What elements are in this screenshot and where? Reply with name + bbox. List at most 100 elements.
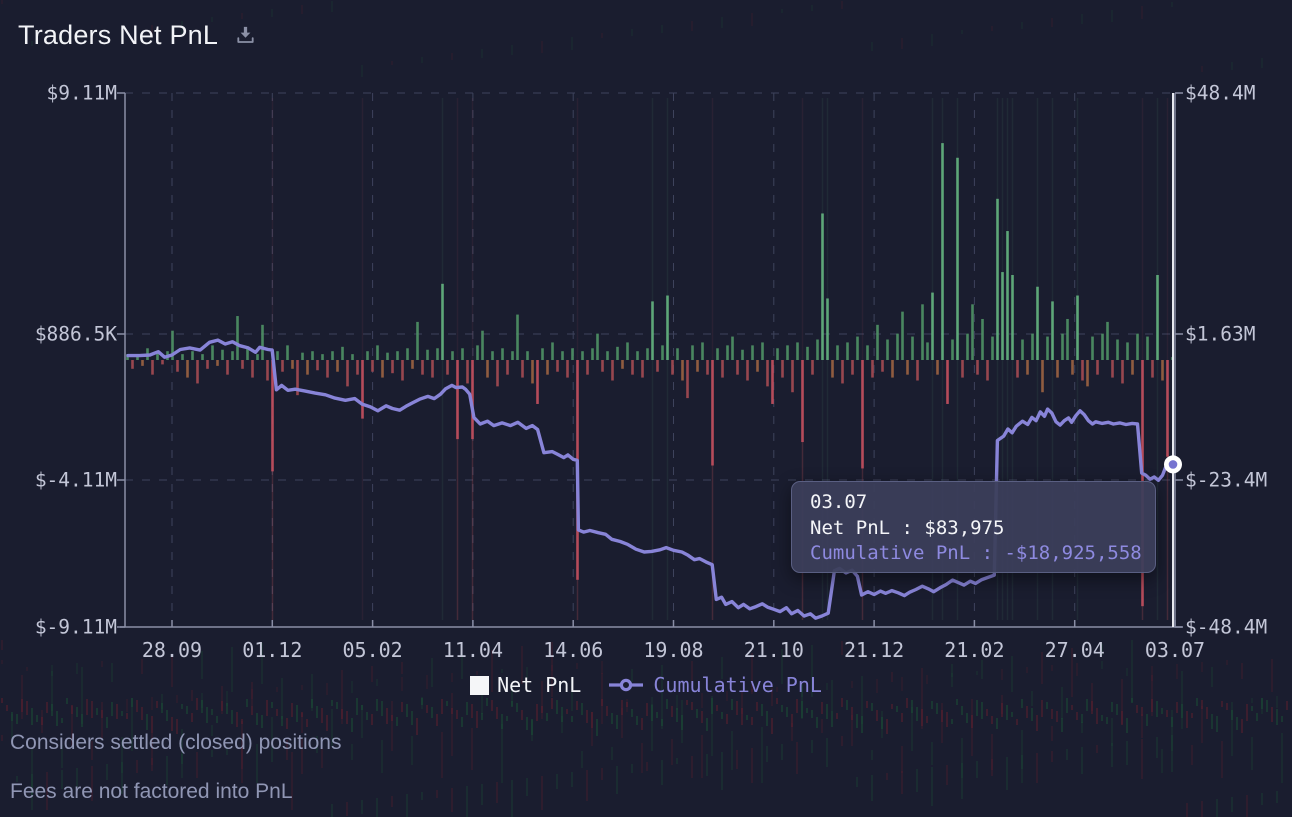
net-pnl-bar <box>746 360 749 381</box>
net-pnl-bar <box>376 345 379 360</box>
net-pnl-bar <box>191 351 194 360</box>
net-pnl-bar <box>856 337 859 360</box>
net-pnl-bar <box>621 360 624 369</box>
net-pnl-bar <box>481 331 484 360</box>
net-pnl-bar <box>246 348 249 360</box>
net-pnl-bar <box>186 360 189 378</box>
net-pnl-bar <box>136 356 139 360</box>
net-pnl-bar <box>436 348 439 360</box>
legend-item-cumulative-pnl[interactable]: Cumulative PnL <box>607 673 822 697</box>
legend-item-net-pnl[interactable]: Net PnL <box>470 673 581 697</box>
tooltip-net-pnl: Net PnL : $83,975 <box>810 516 1155 542</box>
note-settled-positions: Considers settled (closed) positions <box>10 731 342 755</box>
line-dot-icon <box>607 677 645 693</box>
net-pnl-bar <box>611 360 614 381</box>
net-pnl-bar <box>1116 339 1119 360</box>
net-pnl-bar <box>181 354 184 360</box>
net-pnl-bar <box>691 345 694 360</box>
net-pnl-bar <box>536 360 539 404</box>
net-pnl-bar <box>831 360 834 378</box>
net-pnl-bar <box>681 360 684 381</box>
net-pnl-bar <box>871 360 874 378</box>
net-pnl-bar <box>156 353 159 360</box>
net-pnl-bar <box>1001 272 1004 360</box>
net-pnl-bar <box>1061 334 1064 360</box>
y-axis-right-label: $-48.4M <box>1185 616 1267 639</box>
x-axis-tick-label: 05.02 <box>342 638 402 662</box>
net-pnl-bar <box>766 360 769 386</box>
net-pnl-bar <box>1021 339 1024 360</box>
net-pnl-bar <box>541 348 544 360</box>
net-pnl-bar <box>891 360 894 378</box>
net-pnl-bar <box>526 351 529 360</box>
net-pnl-bar <box>356 360 359 375</box>
download-button[interactable] <box>232 22 259 49</box>
x-axis-tick-label: 03.07 <box>1145 638 1205 662</box>
net-pnl-bar <box>961 360 964 378</box>
net-pnl-bar <box>311 351 314 360</box>
net-pnl-bar <box>946 360 949 404</box>
x-axis-tick-label: 27.04 <box>1045 638 1105 662</box>
net-pnl-bar <box>981 319 984 360</box>
net-pnl-bar <box>1081 360 1084 381</box>
net-pnl-bar <box>821 213 824 360</box>
net-pnl-bar <box>231 351 234 360</box>
net-pnl-bar <box>426 350 429 360</box>
square-swatch-icon <box>470 676 489 695</box>
net-pnl-bar <box>731 337 734 360</box>
net-pnl-bar <box>991 337 994 360</box>
net-pnl-bar <box>676 348 679 360</box>
net-pnl-bar <box>576 360 579 580</box>
net-pnl-bar <box>786 345 789 360</box>
net-pnl-bar <box>326 360 329 378</box>
net-pnl-bar <box>361 360 364 419</box>
download-icon <box>234 24 257 47</box>
net-pnl-bar <box>1051 301 1054 360</box>
net-pnl-bar <box>236 316 239 360</box>
net-pnl-bar <box>476 345 479 360</box>
net-pnl-bar <box>316 360 319 370</box>
net-pnl-bar <box>896 334 899 360</box>
net-pnl-bar <box>781 360 784 378</box>
net-pnl-bar <box>841 360 844 383</box>
net-pnl-bar <box>876 325 879 360</box>
net-pnl-bar <box>1056 360 1059 378</box>
net-pnl-bar <box>466 360 469 383</box>
net-pnl-bar <box>446 360 449 375</box>
net-pnl-bar <box>486 360 489 378</box>
net-pnl-bar <box>346 360 349 386</box>
active-dot-ring <box>1164 455 1182 473</box>
net-pnl-bar <box>966 334 969 360</box>
net-pnl-bar <box>651 301 654 360</box>
net-pnl-bar <box>936 360 939 375</box>
net-pnl-bar <box>701 342 704 360</box>
net-pnl-bar <box>906 360 909 375</box>
x-axis-tick-label: 14.06 <box>543 638 603 662</box>
net-pnl-bar <box>646 348 649 360</box>
net-pnl-bar <box>931 293 934 360</box>
net-pnl-bar <box>986 360 989 381</box>
net-pnl-bar <box>151 360 154 375</box>
net-pnl-bar <box>1026 360 1029 375</box>
net-pnl-bar <box>166 351 169 360</box>
net-pnl-bar <box>1041 360 1044 392</box>
net-pnl-bar <box>276 351 279 360</box>
net-pnl-bar <box>411 360 414 369</box>
net-pnl-bar <box>1016 360 1019 378</box>
net-pnl-bar <box>721 360 724 378</box>
net-pnl-bar <box>606 351 609 360</box>
net-pnl-bar <box>1101 334 1104 360</box>
net-pnl-bar <box>256 354 259 360</box>
net-pnl-bar <box>1076 296 1079 360</box>
net-pnl-bar <box>656 360 659 372</box>
x-axis-tick-label: 01.12 <box>242 638 302 662</box>
net-pnl-bar <box>686 360 689 398</box>
net-pnl-bar <box>141 360 144 366</box>
net-pnl-bar <box>471 360 474 439</box>
active-dot <box>1169 460 1178 469</box>
net-pnl-bar <box>846 342 849 360</box>
net-pnl-bar <box>581 351 584 360</box>
net-pnl-bar <box>756 360 759 372</box>
net-pnl-bar <box>911 337 914 360</box>
net-pnl-bar <box>451 351 454 360</box>
